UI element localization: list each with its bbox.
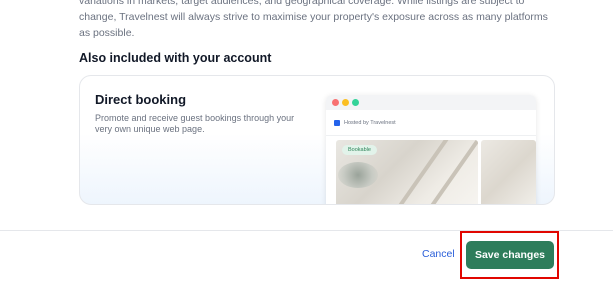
cancel-button[interactable]: Cancel xyxy=(422,248,455,260)
travelnest-logo-icon xyxy=(334,120,340,126)
section-title: Also included with your account xyxy=(79,51,272,65)
window-dot-green-icon xyxy=(352,99,359,106)
window-dot-yellow-icon xyxy=(342,99,349,106)
intro-text: variations in markets, target audiences,… xyxy=(79,0,548,39)
direct-booking-card: Direct booking Promote and receive guest… xyxy=(79,75,555,205)
browser-bar xyxy=(326,95,536,110)
card-description: Promote and receive guest bookings throu… xyxy=(95,113,295,134)
property-photo-secondary xyxy=(481,140,536,204)
preview-divider xyxy=(326,135,536,136)
hosted-by: Hosted by Travelnest xyxy=(334,118,396,128)
booking-page-preview: Hosted by Travelnest Bookable xyxy=(326,95,536,204)
hosted-by-label: Hosted by Travelnest xyxy=(344,120,396,126)
save-changes-button[interactable]: Save changes xyxy=(466,241,554,269)
settings-page: variations in markets, target audiences,… xyxy=(0,0,613,288)
bookable-badge: Bookable xyxy=(342,145,377,155)
card-title: Direct booking xyxy=(95,92,187,107)
window-dot-red-icon xyxy=(332,99,339,106)
